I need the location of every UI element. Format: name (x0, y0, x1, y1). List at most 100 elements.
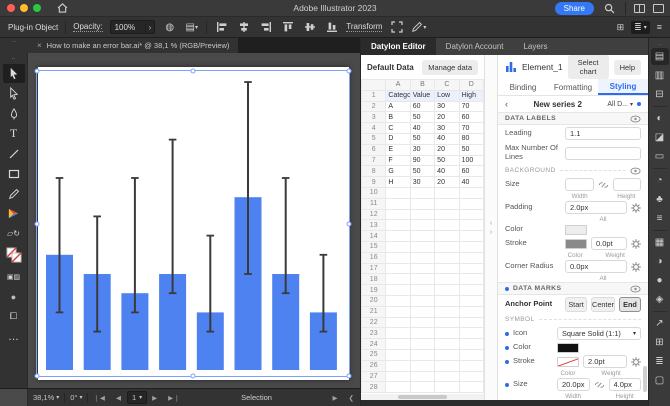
brushes-panel-icon[interactable]: ◔ (651, 172, 669, 189)
grid-cell[interactable]: Category (386, 90, 410, 101)
grid-col-A[interactable]: A (386, 80, 410, 91)
grid-cell[interactable] (410, 349, 434, 360)
grid-cell[interactable]: 50 (435, 155, 459, 166)
grid-cell[interactable] (459, 328, 483, 339)
grid-cell[interactable] (386, 371, 410, 382)
grid-cell[interactable] (459, 371, 483, 382)
grid-cell[interactable] (459, 187, 483, 198)
grid-rownum[interactable]: 8 (362, 166, 386, 177)
document-tab[interactable]: × How to make an error bar.ai* @ 38,1 % … (28, 38, 238, 53)
grid-cell[interactable]: 30 (435, 101, 459, 112)
grid-cell[interactable] (410, 328, 434, 339)
grid-cell[interactable] (386, 360, 410, 371)
gradient-colorful-tool[interactable] (3, 204, 25, 223)
grid-cell[interactable]: 30 (410, 144, 434, 155)
align-center-icon[interactable] (236, 20, 251, 35)
corner-radius-input[interactable] (565, 260, 627, 273)
grid-cell[interactable]: 50 (459, 144, 483, 155)
grid-cell[interactable]: Low (435, 90, 459, 101)
tab-styling[interactable]: Styling (598, 79, 648, 95)
export-panel-icon[interactable]: ↗ (651, 315, 669, 332)
symbols-panel-icon[interactable]: ⊞ (651, 334, 669, 351)
grid-cell[interactable] (459, 285, 483, 296)
link-dimensions-icon[interactable] (594, 381, 605, 389)
chart-svg[interactable] (38, 67, 349, 380)
bg-color-swatch[interactable] (565, 225, 587, 235)
grid-rownum[interactable]: 23 (362, 328, 386, 339)
align-middle-icon[interactable] (302, 20, 317, 35)
link-dimensions-icon[interactable] (598, 181, 609, 189)
grid-cell[interactable]: 100 (459, 155, 483, 166)
grid-cell[interactable] (435, 198, 459, 209)
align-left-icon[interactable] (214, 20, 229, 35)
direct-selection-tool[interactable] (3, 84, 25, 103)
grid-rownum[interactable]: 13 (362, 220, 386, 231)
arrange-documents-icon[interactable]: ⊞ (617, 22, 625, 33)
color-panel-icon[interactable]: ◐ (651, 110, 669, 127)
grid-cell[interactable] (386, 382, 410, 393)
grid-corner[interactable] (362, 80, 386, 91)
grid-cell[interactable] (410, 209, 434, 220)
help-button[interactable]: Help (614, 60, 641, 75)
grid-rownum[interactable]: 25 (362, 349, 386, 360)
transparency-panel-icon[interactable]: ◑ (651, 253, 669, 270)
grid-cell[interactable]: D (386, 133, 410, 144)
type-tool[interactable]: T (3, 124, 25, 143)
tab-layers[interactable]: Layers (513, 38, 557, 55)
grid-rownum[interactable]: 16 (362, 252, 386, 263)
subsection-background[interactable]: BACKGROUND (498, 164, 648, 177)
grid-rownum[interactable]: 11 (362, 198, 386, 209)
libraries-panel-icon[interactable]: ▤ (651, 48, 669, 65)
anchor-center-button[interactable]: Center (591, 297, 615, 312)
anchor-start-button[interactable]: Start (565, 297, 587, 312)
symbol-height-input[interactable] (609, 378, 642, 391)
grid-cell[interactable] (459, 306, 483, 317)
grid-cell[interactable]: 20 (435, 144, 459, 155)
grid-cell[interactable] (410, 263, 434, 274)
share-button[interactable]: Share (555, 2, 594, 15)
dock-grip[interactable]: .. (658, 41, 662, 46)
style-globe-icon[interactable]: ◍ (162, 20, 177, 35)
close-tab-icon[interactable]: × (37, 41, 42, 50)
workspace-layout-icon[interactable] (634, 4, 645, 13)
tab-formatting[interactable]: Formatting (548, 79, 598, 95)
grid-cell[interactable] (386, 274, 410, 285)
grid-cell[interactable] (386, 339, 410, 350)
grid-cell[interactable]: H (386, 177, 410, 188)
rotation-control[interactable]: 0°▾ (65, 393, 87, 402)
grid-cell[interactable] (435, 360, 459, 371)
grid-cell[interactable] (459, 295, 483, 306)
gradient-page-panel-icon[interactable]: ◪ (651, 129, 669, 146)
align-right-icon[interactable] (258, 20, 273, 35)
status-collapse-icon[interactable]: ❮ (344, 394, 360, 402)
grid-cell[interactable]: E (386, 144, 410, 155)
grid-cell[interactable] (410, 295, 434, 306)
grid-cell[interactable] (459, 349, 483, 360)
grid-cell[interactable] (386, 231, 410, 242)
grid-cell[interactable] (435, 328, 459, 339)
grid-cell[interactable] (435, 295, 459, 306)
grid-cell[interactable] (410, 187, 434, 198)
grid-cell[interactable]: 20 (435, 177, 459, 188)
tab-datylon-editor[interactable]: Datylon Editor (361, 38, 436, 55)
align-top-icon[interactable] (280, 20, 295, 35)
grid-rownum[interactable]: 14 (362, 231, 386, 242)
grid-rownum[interactable]: 12 (362, 209, 386, 220)
bg-height-input[interactable] (613, 178, 642, 191)
opacity-dropdown-chevron[interactable]: › (145, 23, 155, 32)
bg-stroke-color-swatch[interactable] (565, 239, 587, 249)
visibility-icon[interactable] (630, 115, 641, 123)
data-source-label[interactable]: Default Data (367, 63, 414, 72)
grid-cell[interactable] (386, 349, 410, 360)
free-transform-icon[interactable] (389, 20, 404, 35)
grid-cell[interactable]: 30 (410, 177, 434, 188)
more-tools[interactable]: … (3, 327, 25, 346)
swatches-panel-icon[interactable]: ▦ (651, 234, 669, 251)
anchor-end-button[interactable]: End (619, 297, 641, 312)
color-mode-bar[interactable]: ▣▨ (3, 267, 25, 286)
grid-rownum[interactable]: 6 (362, 144, 386, 155)
canvas[interactable] (28, 53, 360, 388)
grid-rownum[interactable]: 4 (362, 123, 386, 134)
manage-data-button[interactable]: Manage data (422, 60, 478, 75)
grid-cell[interactable] (410, 252, 434, 263)
